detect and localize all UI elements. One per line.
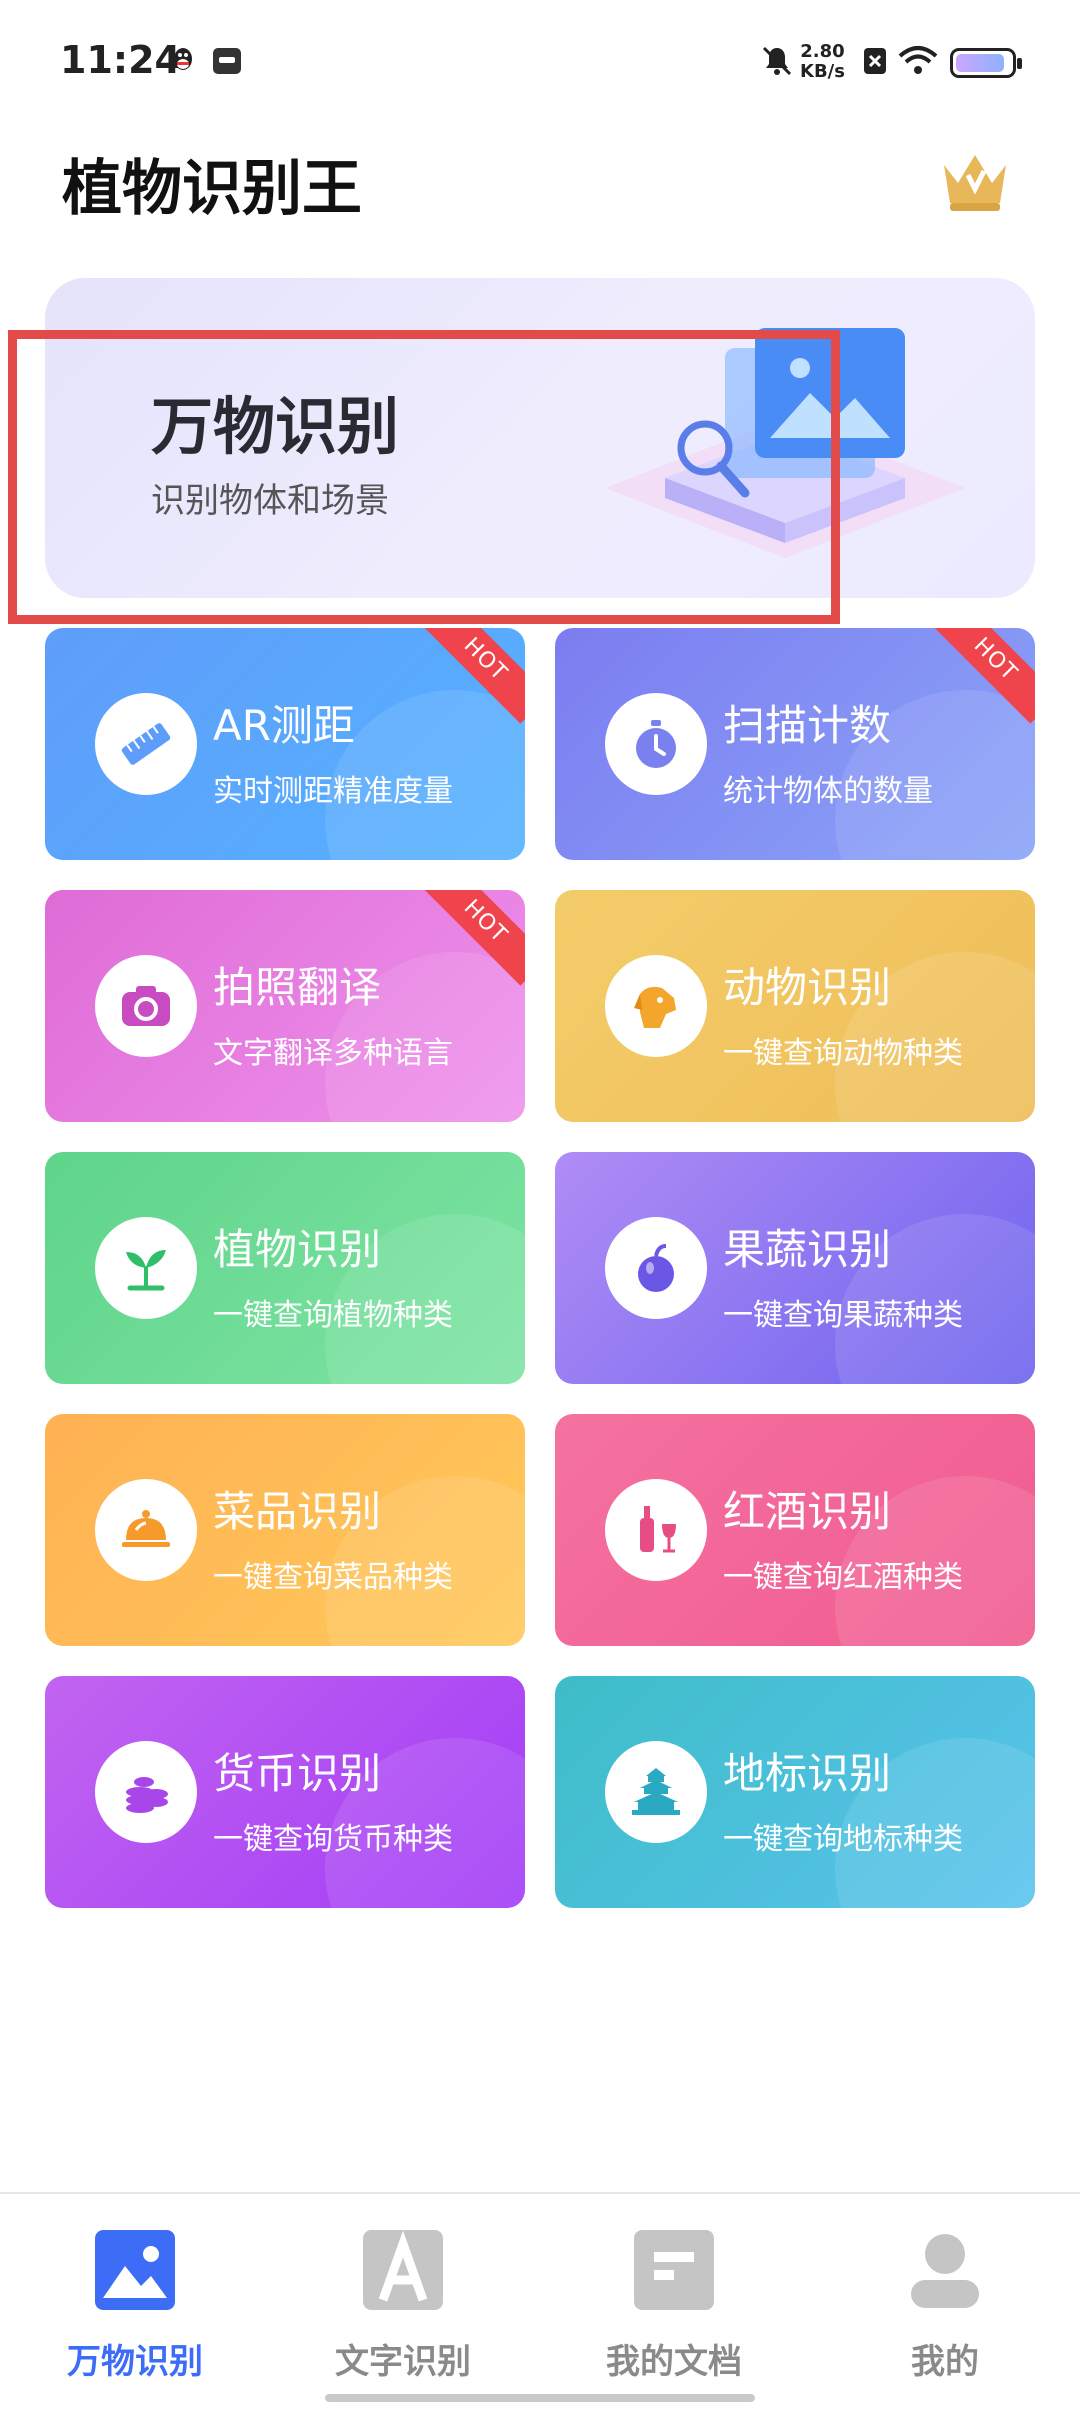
card-landmark-recognition[interactable]: 地标识别 一键查询地标种类 (555, 1676, 1035, 1908)
wine-icon (605, 1479, 707, 1581)
mute-icon (762, 46, 792, 76)
card-title: 货币识别 (213, 1749, 382, 1798)
card-fruit-vegetable-recognition[interactable]: 果蔬识别 一键查询果蔬种类 (555, 1152, 1035, 1384)
temple-icon (605, 1741, 707, 1843)
hot-badge: HOT (421, 890, 525, 986)
card-scan-count[interactable]: 扫描计数 统计物体的数量 HOT (555, 628, 1035, 860)
card-subtitle: 一键查询红酒种类 (723, 1560, 963, 1595)
hot-badge: HOT (421, 628, 525, 724)
highlight-box (8, 330, 840, 624)
nav-label: 我的文档 (606, 2342, 742, 2382)
qq-icon (174, 48, 192, 70)
card-title: 红酒识别 (723, 1487, 892, 1536)
net-speed-value: 2.80 (800, 41, 845, 62)
dish-cloche-icon (95, 1479, 197, 1581)
card-animal-recognition[interactable]: 动物识别 一键查询动物种类 (555, 890, 1035, 1122)
card-title: 动物识别 (723, 963, 892, 1012)
apple-icon (605, 1217, 707, 1319)
sim-x-icon (864, 48, 886, 74)
card-currency-recognition[interactable]: 货币识别 一键查询货币种类 (45, 1676, 525, 1908)
card-title: 地标识别 (723, 1749, 892, 1798)
net-speed-unit: KB/s (800, 61, 845, 82)
battery-icon (950, 48, 1022, 78)
card-subtitle: 一键查询货币种类 (213, 1822, 453, 1857)
card-subtitle: 一键查询动物种类 (723, 1036, 963, 1071)
bottom-navigation: 万物识别 文字识别 我的文档 我的 (0, 2192, 1080, 2410)
image-icon (95, 2230, 175, 2310)
home-indicator[interactable] (325, 2394, 755, 2402)
sprout-icon (95, 1217, 197, 1319)
ruler-icon (95, 693, 197, 795)
nav-label: 万物识别 (67, 2342, 203, 2382)
document-icon (634, 2230, 714, 2310)
card-subtitle: 一键查询地标种类 (723, 1822, 963, 1857)
card-subtitle: 一键查询菜品种类 (213, 1560, 453, 1595)
hot-badge: HOT (931, 628, 1035, 724)
card-title: AR测距 (213, 701, 355, 750)
stopwatch-icon (605, 693, 707, 795)
text-a-icon (363, 2230, 443, 2310)
card-plant-recognition[interactable]: 植物识别 一键查询植物种类 (45, 1152, 525, 1384)
coins-icon (95, 1741, 197, 1843)
card-subtitle: 一键查询植物种类 (213, 1298, 453, 1333)
card-title: 扫描计数 (723, 701, 892, 750)
nav-me[interactable]: 我的 (845, 2230, 1045, 2382)
card-title: 植物识别 (213, 1225, 382, 1274)
status-bar: 11:24 2.80 KB/s (0, 0, 1080, 130)
card-subtitle: 实时测距精准度量 (213, 774, 453, 809)
camera-icon (95, 955, 197, 1057)
app-title: 植物识别王 (62, 154, 362, 224)
card-wine-recognition[interactable]: 红酒识别 一键查询红酒种类 (555, 1414, 1035, 1646)
nav-my-documents[interactable]: 我的文档 (574, 2230, 774, 2382)
card-title: 菜品识别 (213, 1487, 382, 1536)
crown-icon[interactable] (938, 145, 1012, 215)
nav-object-recognition[interactable]: 万物识别 (35, 2230, 235, 2382)
nav-text-recognition[interactable]: 文字识别 (303, 2230, 503, 2382)
card-dish-recognition[interactable]: 菜品识别 一键查询菜品种类 (45, 1414, 525, 1646)
card-title: 果蔬识别 (723, 1225, 892, 1274)
card-subtitle: 一键查询果蔬种类 (723, 1298, 963, 1333)
wifi-icon (898, 46, 938, 74)
person-icon (911, 2234, 979, 2308)
card-photo-translate[interactable]: 拍照翻译 文字翻译多种语言 HOT (45, 890, 525, 1122)
nav-label: 文字识别 (335, 2342, 471, 2382)
dog-icon (605, 955, 707, 1057)
card-subtitle: 文字翻译多种语言 (213, 1036, 453, 1071)
nav-label: 我的 (911, 2342, 979, 2382)
card-ar-measure[interactable]: AR测距 实时测距精准度量 HOT (45, 628, 525, 860)
card-subtitle: 统计物体的数量 (723, 774, 933, 809)
status-time: 11:24 (60, 38, 181, 82)
net-speed: 2.80 KB/s (800, 42, 845, 82)
calendar-icon (213, 48, 241, 74)
card-title: 拍照翻译 (213, 963, 382, 1012)
